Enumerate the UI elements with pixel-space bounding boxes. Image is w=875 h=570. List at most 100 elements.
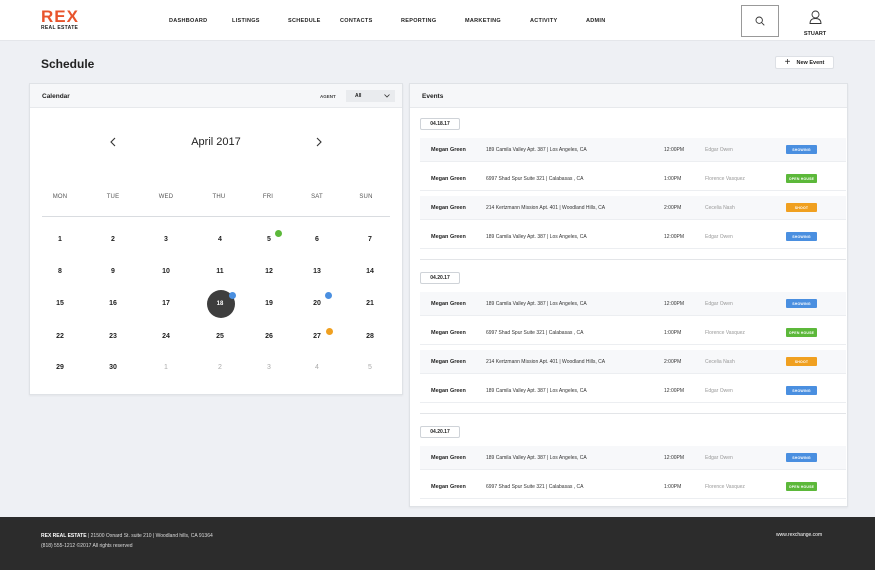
calendar-day[interactable]: 8 <box>40 268 80 275</box>
footer-website-link[interactable]: www.rexchange.com <box>776 532 822 538</box>
event-row[interactable]: Megan Green 189 Camila Valley Apt. 387 | … <box>420 138 846 162</box>
calendar-day[interactable]: 16 <box>93 300 133 307</box>
rex-logo[interactable]: REX REAL ESTATE <box>41 8 79 31</box>
event-type-badge: SHOWING <box>786 299 817 308</box>
event-row[interactable]: Megan Green 189 Camila Valley Apt. 387 | … <box>420 446 846 470</box>
footer-address: | 21500 Oxnard St. suite 210 | Woodland … <box>86 533 213 539</box>
calendar-day[interactable]: 6 <box>297 236 337 243</box>
calendar-day[interactable]: 4 <box>200 236 240 243</box>
event-agent[interactable]: Florence Vasquez <box>705 330 745 336</box>
event-agent[interactable]: Edgar Owen <box>705 234 733 240</box>
calendar-day-next-month[interactable]: 4 <box>297 364 337 371</box>
new-event-label: New Event <box>796 59 825 66</box>
calendar-day[interactable]: 7 <box>350 236 390 243</box>
prev-month-button[interactable] <box>109 137 117 147</box>
footer-copyright: (818) 555-1212 ©2017 All rights reserved <box>41 543 133 549</box>
calendar-day[interactable]: 3 <box>146 236 186 243</box>
event-agent[interactable]: Florence Vasquez <box>705 176 745 182</box>
user-icon <box>809 10 821 24</box>
event-group-divider <box>420 413 846 414</box>
calendar-day[interactable]: 2 <box>93 236 133 243</box>
calendar-day-next-month[interactable]: 2 <box>200 364 240 371</box>
event-address: 189 Camila Valley Apt. 387 | Los Angeles… <box>486 455 587 461</box>
event-row[interactable]: Megan Green 214 Kertzmann Mission Apt. 40… <box>420 196 846 220</box>
calendar-day[interactable]: 20 <box>297 300 337 307</box>
event-client-name: Megan Green <box>431 388 466 394</box>
calendar-day[interactable]: 5 <box>249 236 289 243</box>
calendar-day[interactable]: 1 <box>40 236 80 243</box>
calendar-day[interactable]: 21 <box>350 300 390 307</box>
nav-contacts[interactable]: CONTACTS <box>340 18 373 24</box>
calendar-day[interactable]: 15 <box>40 300 80 307</box>
top-header: REX REAL ESTATE DASHBOARD LISTINGS SCHED… <box>0 0 875 41</box>
calendar-day[interactable]: 26 <box>249 333 289 340</box>
calendar-day[interactable]: 28 <box>350 333 390 340</box>
event-agent[interactable]: Edgar Owen <box>705 388 733 394</box>
page-title: Schedule <box>41 57 95 71</box>
calendar-day[interactable]: 24 <box>146 333 186 340</box>
calendar-panel-title: Calendar <box>42 93 70 100</box>
event-row[interactable]: Megan Green 189 Camila Valley Apt. 387 | … <box>420 379 846 403</box>
event-agent[interactable]: Edgar Owen <box>705 301 733 307</box>
event-dot-showing <box>325 292 332 299</box>
weekday-sun: SUN <box>359 194 373 200</box>
event-row[interactable]: Megan Green 214 Kertzmann Mission Apt. 40… <box>420 350 846 374</box>
calendar-day[interactable]: 30 <box>93 364 133 371</box>
nav-admin[interactable]: ADMIN <box>586 18 606 24</box>
nav-reporting[interactable]: REPORTING <box>401 18 436 24</box>
calendar-day[interactable]: 22 <box>40 333 80 340</box>
event-client-name: Megan Green <box>431 147 466 153</box>
nav-schedule[interactable]: SCHEDULE <box>288 18 321 24</box>
weekday-thu: THU <box>212 194 226 200</box>
calendar-day[interactable]: 29 <box>40 364 80 371</box>
agent-filter-select[interactable]: All <box>346 90 395 102</box>
event-agent[interactable]: Cecelia Nash <box>705 359 735 365</box>
calendar-panel-header: Calendar AGENT All <box>30 84 402 108</box>
calendar-day[interactable]: 19 <box>249 300 289 307</box>
calendar-day[interactable]: 17 <box>146 300 186 307</box>
nav-activity[interactable]: ACTIVITY <box>530 18 557 24</box>
event-row[interactable]: Megan Green 6997 Shad Spur Suite 321 | Ca… <box>420 475 846 499</box>
calendar-day-next-month[interactable]: 3 <box>249 364 289 371</box>
user-menu[interactable]: STUART <box>800 10 830 37</box>
event-type-badge: OPEN HOUSE <box>786 174 817 183</box>
event-address: 6997 Shad Spur Suite 321 | Calabasas , C… <box>486 484 584 490</box>
event-row[interactable]: Megan Green 189 Camila Valley Apt. 387 | … <box>420 292 846 316</box>
event-agent[interactable]: Edgar Owen <box>705 455 733 461</box>
weekday-fri: FRI <box>262 194 274 200</box>
calendar-day[interactable]: 11 <box>200 268 240 275</box>
event-client-name: Megan Green <box>431 301 466 307</box>
calendar-day[interactable]: 18 <box>200 301 240 307</box>
event-agent[interactable]: Cecelia Nash <box>705 205 735 211</box>
event-row[interactable]: Megan Green 189 Camila Valley Apt. 387 | … <box>420 225 846 249</box>
weekday-sat: SAT <box>311 194 323 200</box>
nav-dashboard[interactable]: DASHBOARD <box>169 18 207 24</box>
calendar-day[interactable]: 9 <box>93 268 133 275</box>
calendar-day[interactable]: 23 <box>93 333 133 340</box>
event-agent[interactable]: Edgar Owen <box>705 147 733 153</box>
calendar-day[interactable]: 14 <box>350 268 390 275</box>
event-type-badge: SHOOT <box>786 357 817 366</box>
calendar-day[interactable]: 13 <box>297 268 337 275</box>
footer: REX REAL ESTATE | 21500 Oxnard St. suite… <box>0 517 875 570</box>
search-button[interactable] <box>741 5 779 37</box>
event-client-name: Megan Green <box>431 330 466 336</box>
next-month-button[interactable] <box>315 137 323 147</box>
event-time: 12:00PM <box>664 234 685 240</box>
calendar-day-next-month[interactable]: 5 <box>350 364 390 371</box>
calendar-day[interactable]: 10 <box>146 268 186 275</box>
event-row[interactable]: Megan Green 6997 Shad Spur Suite 321 | Ca… <box>420 321 846 345</box>
event-dot-shoot <box>326 328 333 335</box>
event-agent[interactable]: Florence Vasquez <box>705 484 745 490</box>
calendar-day[interactable]: 12 <box>249 268 289 275</box>
footer-address-line: REX REAL ESTATE | 21500 Oxnard St. suite… <box>41 533 213 539</box>
month-title: April 2017 <box>191 136 241 148</box>
nav-listings[interactable]: LISTINGS <box>232 18 260 24</box>
calendar-day[interactable]: 25 <box>200 333 240 340</box>
nav-marketing[interactable]: MARKETING <box>465 18 501 24</box>
calendar-day-next-month[interactable]: 1 <box>146 364 186 371</box>
event-client-name: Megan Green <box>431 176 466 182</box>
event-time: 1:00PM <box>664 484 682 490</box>
event-row[interactable]: Megan Green 6997 Shad Spur Suite 321 | Ca… <box>420 167 846 191</box>
new-event-button[interactable]: + New Event <box>775 56 834 69</box>
